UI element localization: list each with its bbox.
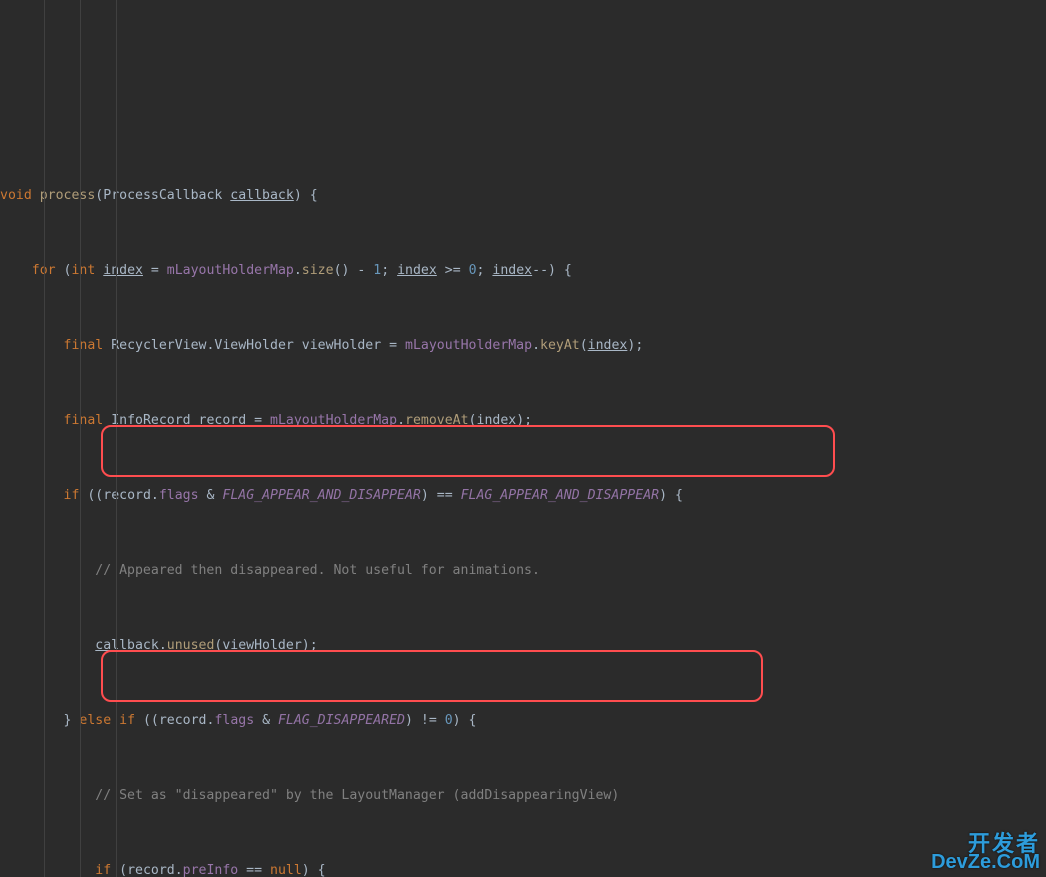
code-line: if (record.preInfo == null) { bbox=[0, 858, 1046, 877]
keyword: void bbox=[0, 188, 32, 203]
code-line: final InfoRecord record = mLayoutHolderM… bbox=[0, 408, 1046, 433]
code-line: // Set as "disappeared" by the LayoutMan… bbox=[0, 783, 1046, 808]
code-line: final RecyclerView.ViewHolder viewHolder… bbox=[0, 333, 1046, 358]
code-line: if ((record.flags & FLAG_APPEAR_AND_DISA… bbox=[0, 483, 1046, 508]
code-line: // Appeared then disappeared. Not useful… bbox=[0, 558, 1046, 583]
param: callback bbox=[230, 188, 294, 203]
code-line: callback.unused(viewHolder); bbox=[0, 633, 1046, 658]
code-line: void process(ProcessCallback callback) { bbox=[0, 183, 1046, 208]
method-name: process bbox=[40, 188, 96, 203]
comment: // Appeared then disappeared. Not useful… bbox=[95, 563, 540, 578]
code-line: } else if ((record.flags & FLAG_DISAPPEA… bbox=[0, 708, 1046, 733]
code-line: for (int index = mLayoutHolderMap.size()… bbox=[0, 258, 1046, 283]
type: ProcessCallback bbox=[103, 188, 222, 203]
code-editor[interactable]: void process(ProcessCallback callback) {… bbox=[0, 0, 1046, 877]
comment: // Set as "disappeared" by the LayoutMan… bbox=[95, 788, 619, 803]
